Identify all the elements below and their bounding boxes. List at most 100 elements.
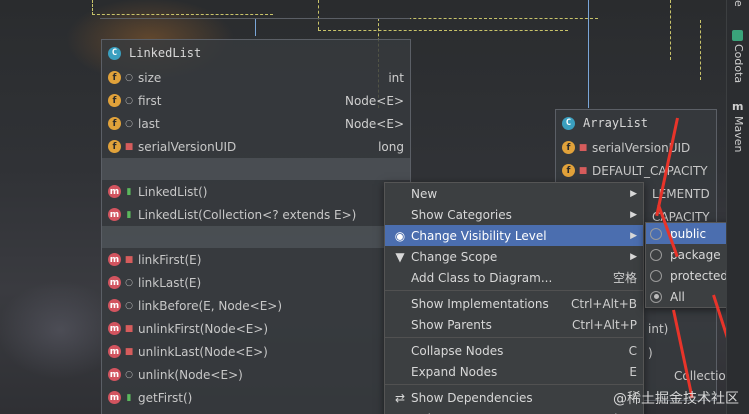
field-name: size bbox=[138, 70, 162, 85]
method-name: LinkedList() bbox=[138, 184, 208, 199]
context-menu[interactable]: New ▶ Show Categories ▶ ◉ Change Visibility L… bbox=[384, 182, 644, 414]
class-node-header[interactable]: C LinkedList bbox=[102, 40, 410, 66]
method-name: linkFirst(E) bbox=[138, 252, 202, 267]
menu-item-collapse-nodes[interactable]: Collapse Nodes C bbox=[385, 340, 643, 361]
menu-item-new[interactable]: New ▶ bbox=[385, 183, 643, 204]
submenu-arrow-icon: ▶ bbox=[630, 209, 637, 220]
menu-item-shortcut: 空格 bbox=[612, 271, 637, 285]
menu-item-add-class-to-diagram[interactable]: Add Class to Diagram... 空格 bbox=[385, 267, 643, 288]
field-name: first bbox=[138, 93, 162, 108]
method-row: ) bbox=[648, 346, 653, 360]
field-icon: f bbox=[562, 141, 575, 154]
method-name: unlink(Node<E>) bbox=[138, 367, 243, 382]
menu-separator bbox=[385, 384, 643, 385]
lock-icon: ■ bbox=[124, 141, 134, 152]
menu-item-label: Show Dependencies bbox=[411, 390, 533, 405]
menu-item-delete[interactable]: DeleteDelete bbox=[385, 408, 643, 414]
class-icon: C bbox=[562, 116, 575, 130]
field-name: serialVersionUID bbox=[138, 139, 237, 154]
class-title: LinkedList bbox=[129, 46, 202, 60]
field-icon: f bbox=[108, 117, 121, 130]
field-row[interactable]: f ○ first Node<E> bbox=[102, 89, 410, 112]
solid-connector bbox=[588, 0, 589, 108]
menu-item-label: Show Parents bbox=[411, 317, 492, 332]
method-row[interactable]: m ▮ getFirst() bbox=[102, 386, 410, 409]
watermark: @稀土掘金技术社区 bbox=[613, 391, 739, 407]
section-separator bbox=[102, 226, 410, 248]
field-type: Node<E> bbox=[344, 116, 404, 131]
field-row[interactable]: f ○ last Node<E> bbox=[102, 112, 410, 135]
method-name: LinkedList(Collection<? extends E>) bbox=[138, 207, 357, 222]
method-icon: m bbox=[108, 368, 121, 381]
method-icon: m bbox=[108, 299, 121, 312]
method-row[interactable]: m ■ unlinkLast(Node<E>) bbox=[102, 340, 410, 363]
lock-icon: ■ bbox=[124, 346, 134, 357]
class-node-header[interactable]: C ArrayList bbox=[556, 110, 716, 136]
method-row[interactable]: m ▮ LinkedList() bbox=[102, 180, 410, 203]
menu-item-label: Change Scope bbox=[411, 249, 498, 264]
section-separator bbox=[102, 158, 410, 180]
unlock-icon: ▮ bbox=[126, 186, 132, 197]
method-row[interactable]: m ■ unlinkFirst(Node<E>) bbox=[102, 317, 410, 340]
method-row[interactable]: m○linkBefore(E, Node<E>)v bbox=[102, 294, 410, 317]
method-icon: m bbox=[108, 253, 121, 266]
menu-separator bbox=[385, 337, 643, 338]
method-row[interactable]: m ▮ LinkedList(Collection<? extends E>) bbox=[102, 203, 410, 226]
field-name: DEFAULT_CAPACITY bbox=[592, 163, 708, 178]
method-row: Collection bbox=[674, 369, 734, 383]
constructor-list: m ▮ LinkedList() m ▮ LinkedList(Collection<? … bbox=[102, 180, 410, 226]
menu-item-label: Change Visibility Level bbox=[411, 228, 547, 243]
package-dot-icon: ○ bbox=[125, 118, 133, 129]
solid-connector bbox=[255, 18, 256, 36]
eye-icon: ◉ bbox=[394, 228, 406, 243]
menu-item-label: Add Class to Diagram... bbox=[411, 270, 553, 285]
menu-item-shortcut: Ctrl+Alt+P bbox=[572, 317, 637, 332]
menu-item-change-scope[interactable]: ▼ Change Scope ▶ bbox=[385, 246, 643, 267]
package-dot-icon: ○ bbox=[125, 277, 133, 288]
field-row[interactable]: f ■ serialVersionUID bbox=[556, 136, 716, 159]
menu-item-show-implementations[interactable]: Show Implementations Ctrl+Alt+B bbox=[385, 293, 643, 314]
menu-item-label: Show Categories bbox=[411, 207, 512, 222]
lock-icon: ■ bbox=[578, 165, 588, 176]
field-name: last bbox=[138, 116, 160, 131]
radio-icon bbox=[650, 227, 662, 240]
dashed-connector bbox=[670, 0, 671, 60]
menu-item-shortcut: E bbox=[629, 364, 637, 379]
field-row[interactable]: f ■ DEFAULT_CAPACITY bbox=[556, 159, 716, 182]
method-name: getFirst() bbox=[138, 390, 193, 405]
field-icon: f bbox=[108, 140, 121, 153]
method-row[interactable]: m○linkLast(E)v bbox=[102, 271, 410, 294]
method-icon: m bbox=[108, 185, 121, 198]
method-row[interactable]: m■linkFirst(E)v bbox=[102, 248, 410, 271]
package-dot-icon: ○ bbox=[125, 369, 133, 380]
codota-tab[interactable]: Codota bbox=[732, 44, 745, 83]
class-icon: C bbox=[108, 46, 121, 60]
menu-item-show-parents[interactable]: Show Parents Ctrl+Alt+P bbox=[385, 314, 643, 335]
method-icon: m bbox=[108, 276, 121, 289]
lock-icon: ■ bbox=[578, 142, 588, 153]
solid-connector bbox=[100, 18, 410, 19]
method-list: m■linkFirst(E)vm○linkLast(E)vm○linkBefor… bbox=[102, 248, 410, 409]
diagram-canvas[interactable]: C LinkedList f ○ size int f ○ first Node<E> f ○ la… bbox=[0, 0, 749, 414]
method-row[interactable]: m ○ unlink(Node<E>) bbox=[102, 363, 410, 386]
method-name: linkBefore(E, Node<E>) bbox=[138, 298, 283, 313]
field-row[interactable]: f ○ size int bbox=[102, 66, 410, 89]
field-row[interactable]: f ■ serialVersionUID long bbox=[102, 135, 410, 158]
toolbar-top-label: e bbox=[732, 0, 745, 7]
lock-icon: ■ bbox=[124, 323, 134, 334]
lock-icon: ■ bbox=[124, 254, 134, 265]
menu-item-label: Show Implementations bbox=[411, 296, 549, 311]
field-list: f ○ size int f ○ first Node<E> f ○ last Node<E> f ■ se… bbox=[102, 66, 410, 158]
menu-item-expand-nodes[interactable]: Expand Nodes E bbox=[385, 361, 643, 382]
dashed-connector bbox=[378, 18, 598, 19]
menu-item-show-dependencies[interactable]: ⇄ Show Dependencies bbox=[385, 387, 643, 408]
menu-item-change-visibility-level[interactable]: ◉ Change Visibility Level ▶ bbox=[385, 225, 643, 246]
method-row: int) bbox=[648, 322, 669, 336]
field-icon: f bbox=[108, 71, 121, 84]
option-label: public bbox=[670, 226, 707, 241]
class-node-linkedlist[interactable]: C LinkedList f ○ size int f ○ first Node<E> f ○ la… bbox=[101, 39, 411, 414]
method-icon: m bbox=[108, 208, 121, 221]
filter-icon: ▼ bbox=[395, 249, 405, 264]
maven-tab[interactable]: Maven bbox=[732, 116, 745, 152]
menu-item-show-categories[interactable]: Show Categories ▶ bbox=[385, 204, 643, 225]
